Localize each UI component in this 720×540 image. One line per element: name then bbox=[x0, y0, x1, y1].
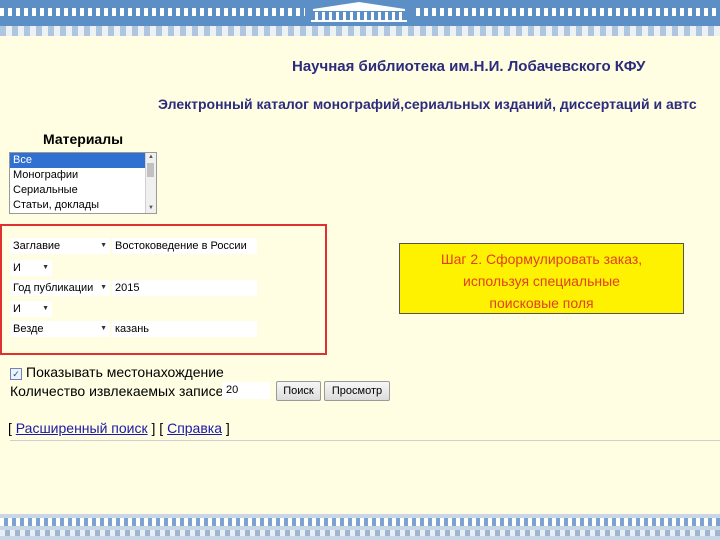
operator-select-2[interactable]: И ▼ bbox=[10, 301, 52, 317]
library-title: Научная библиотека им.Н.И. Лобачевского … bbox=[292, 58, 646, 75]
dropdown-arrow-icon: ▼ bbox=[100, 242, 107, 249]
field-select-1[interactable]: Заглавие ▼ bbox=[10, 238, 110, 254]
dropdown-arrow-icon: ▼ bbox=[100, 284, 107, 291]
field-select-3[interactable]: Везде ▼ bbox=[10, 321, 110, 337]
materials-label: Материалы bbox=[43, 131, 124, 147]
search-button[interactable]: Поиск bbox=[276, 381, 321, 401]
show-location-checkbox[interactable]: ✓ bbox=[10, 368, 22, 380]
records-count-input[interactable]: 20 bbox=[222, 382, 270, 399]
step-callout: Шаг 2. Сформулировать заказ, используя с… bbox=[399, 243, 684, 314]
dropdown-arrow-icon: ▼ bbox=[42, 264, 49, 271]
search-term-input-1[interactable]: Востоковедение в России bbox=[112, 238, 257, 254]
bracket-open: [ bbox=[8, 420, 16, 436]
field-select-2[interactable]: Год публикации ▼ bbox=[10, 280, 110, 296]
scroll-up-arrow-icon[interactable]: ▲ bbox=[146, 153, 156, 162]
catalog-title: Электронный каталог монографий,сериальны… bbox=[158, 96, 697, 112]
header-divider-pattern bbox=[0, 26, 720, 36]
field-select-2-value: Год публикации bbox=[13, 282, 94, 294]
bracket-separator: ] [ bbox=[147, 420, 168, 436]
dropdown-arrow-icon: ▼ bbox=[42, 305, 49, 312]
operator-select-1-value: И bbox=[13, 262, 21, 274]
field-select-3-value: Везде bbox=[13, 323, 44, 335]
bracket-close: ] bbox=[222, 420, 230, 436]
bottom-ornament-band bbox=[0, 514, 720, 540]
scroll-thumb[interactable] bbox=[147, 163, 154, 177]
scroll-down-arrow-icon[interactable]: ▼ bbox=[146, 204, 156, 213]
callout-line-3: поисковые поля bbox=[489, 295, 594, 311]
show-location-label: Показывать местонахождение bbox=[26, 364, 224, 380]
show-location-row: ✓ Показывать местонахождение bbox=[10, 364, 224, 380]
callout-line-2: используя специальные bbox=[463, 273, 620, 289]
search-term-input-3[interactable]: казань bbox=[112, 321, 257, 337]
browse-button[interactable]: Просмотр bbox=[324, 381, 390, 401]
greek-key-pattern bbox=[0, 518, 720, 526]
help-link[interactable]: Справка bbox=[167, 420, 222, 436]
records-count-label: Количество извлекаемых записей bbox=[10, 383, 232, 399]
materials-option-monographs[interactable]: Монографии bbox=[10, 168, 148, 183]
materials-listbox[interactable]: Все Монографии Сериальные Статьи, доклад… bbox=[9, 152, 157, 214]
materials-option-serials[interactable]: Сериальные bbox=[10, 183, 148, 198]
dropdown-arrow-icon: ▼ bbox=[100, 325, 107, 332]
university-building-icon bbox=[305, 1, 413, 23]
materials-scrollbar[interactable]: ▲ ▼ bbox=[145, 153, 156, 213]
advanced-search-link[interactable]: Расширенный поиск bbox=[16, 420, 148, 436]
field-select-1-value: Заглавие bbox=[13, 240, 61, 252]
greek-key-pattern bbox=[0, 530, 720, 536]
operator-select-2-value: И bbox=[13, 303, 21, 315]
materials-option-articles[interactable]: Статьи, доклады bbox=[10, 198, 148, 213]
divider-line bbox=[10, 440, 720, 441]
materials-option-all[interactable]: Все bbox=[10, 153, 148, 168]
search-term-input-2[interactable]: 2015 bbox=[112, 280, 257, 296]
footer-links: [ Расширенный поиск ] [ Справка ] bbox=[8, 420, 230, 436]
top-ornament-band bbox=[0, 0, 720, 26]
operator-select-1[interactable]: И ▼ bbox=[10, 260, 52, 276]
callout-line-1: Шаг 2. Сформулировать заказ, bbox=[440, 251, 643, 267]
